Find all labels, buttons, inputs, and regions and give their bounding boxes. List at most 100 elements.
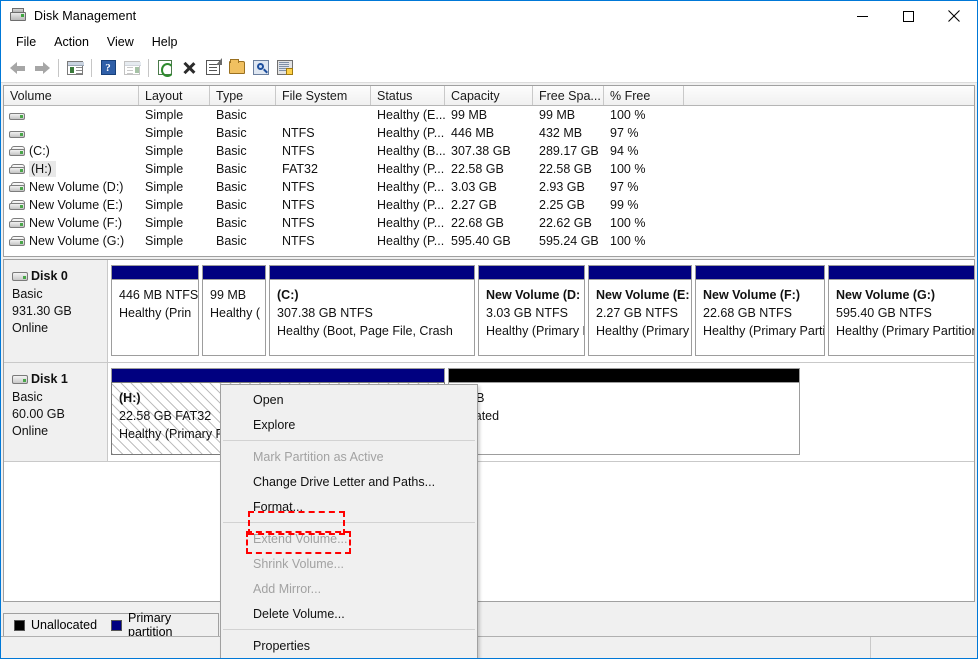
table-row[interactable]: New Volume (F:) Simple Basic NTFS Healthy (P… — [4, 214, 974, 232]
cell-type: Basic — [216, 180, 247, 194]
close-button[interactable] — [931, 1, 977, 31]
partition-color-bar — [478, 265, 585, 279]
cell-pct: 100 % — [610, 234, 646, 248]
up-one-level-icon[interactable] — [63, 56, 87, 80]
disk-name: Disk 0 — [31, 269, 68, 283]
cell-status: Healthy (B... — [377, 144, 445, 158]
cell-free: 432 MB — [539, 126, 583, 140]
column-header-free[interactable]: % Free — [604, 86, 684, 105]
back-arrow-icon[interactable] — [6, 56, 30, 80]
partition-color-bar — [695, 265, 825, 279]
partition-details: 2 GBllocated — [448, 382, 800, 455]
volume-label: New Volume (F:) — [29, 216, 123, 230]
cell-status: Healthy (P... — [377, 180, 445, 194]
disk-name: Disk 1 — [31, 372, 68, 386]
cell-layout: Simple — [145, 108, 184, 122]
column-header-volume[interactable]: Volume — [4, 86, 139, 105]
menu-item-properties[interactable]: Properties — [221, 633, 477, 658]
toolbar-separator — [91, 58, 92, 77]
title-bar: Disk Management — [1, 1, 977, 31]
partition-block[interactable]: New Volume (E: 2.27 GB NTFS Healthy (Prima… — [588, 265, 692, 356]
partition-block[interactable]: 446 MB NTFS Healthy (Prin — [111, 265, 199, 356]
disk-type: Basic — [12, 390, 43, 404]
partition-size: 2 GB — [456, 389, 794, 407]
menu-item-extend-volume: Extend Volume... — [253, 531, 348, 546]
cell-free: 22.62 GB — [539, 216, 592, 230]
partition-color-bar — [588, 265, 692, 279]
disk-info-panel[interactable]: Disk 0 Basic 931.30 GB Online — [4, 260, 108, 362]
wizard-icon[interactable] — [273, 56, 297, 80]
menu-action[interactable]: Action — [45, 33, 98, 51]
menu-item-shrink-volume: Shrink Volume... — [253, 556, 345, 571]
partition-block[interactable]: 99 MB Healthy ( — [202, 265, 266, 356]
partition-block[interactable]: New Volume (D: 3.03 GB NTFS Healthy (Prima… — [478, 265, 585, 356]
column-header-blank[interactable] — [684, 86, 974, 105]
partition-size: 307.38 GB NTFS — [277, 306, 373, 320]
menu-item-open[interactable]: Open — [221, 387, 477, 412]
partition-size: 2.27 GB NTFS — [596, 306, 678, 320]
menu-bar: File Action View Help — [1, 31, 977, 53]
table-row[interactable]: New Volume (G:) Simple Basic NTFS Healthy (P… — [4, 232, 974, 250]
menu-help[interactable]: Help — [143, 33, 187, 51]
column-header-free-spa[interactable]: Free Spa... — [533, 86, 604, 105]
partition-block[interactable]: 2 GBllocated — [448, 368, 800, 455]
cell-free: 289.17 GB — [539, 144, 599, 158]
help-icon[interactable]: ? — [96, 56, 120, 80]
table-row[interactable]: (H:) Simple Basic FAT32 Healthy (P... 22.58 G… — [4, 160, 974, 178]
column-header-status[interactable]: Status — [371, 86, 445, 105]
disk-management-window: Disk Management File Action View Help ? — [0, 0, 978, 659]
cell-layout: Simple — [145, 234, 184, 248]
properties-icon[interactable] — [201, 56, 225, 80]
column-header-capacity[interactable]: Capacity — [445, 86, 533, 105]
disk-title: Disk 0 — [12, 268, 107, 285]
menu-item-format[interactable]: Format... — [221, 494, 477, 519]
column-header-layout[interactable]: Layout — [139, 86, 210, 105]
partition-block[interactable]: New Volume (G:) 595.40 GB NTFS Healthy (Pr… — [828, 265, 974, 356]
partition-details: New Volume (E: 2.27 GB NTFS Healthy (Prima… — [588, 279, 692, 356]
legend-swatch — [111, 619, 123, 631]
forward-arrow-icon[interactable] — [30, 56, 54, 80]
table-row[interactable]: New Volume (E:) Simple Basic NTFS Healthy (P… — [4, 196, 974, 214]
menu-item-explore[interactable]: Explore — [221, 412, 477, 437]
delete-icon[interactable] — [177, 56, 201, 80]
maximize-button[interactable] — [885, 1, 931, 31]
menu-item-change-drive-letter-and-paths[interactable]: Change Drive Letter and Paths... — [221, 469, 477, 494]
minimize-button[interactable] — [839, 1, 885, 31]
cell-fs: NTFS — [282, 180, 315, 194]
cell-status: Healthy (E... — [377, 108, 445, 122]
column-header-file-system[interactable]: File System — [276, 86, 371, 105]
menu-file[interactable]: File — [7, 33, 45, 51]
table-row[interactable]: (C:) Simple Basic NTFS Healthy (B... 307.38 G… — [4, 142, 974, 160]
cell-pct: 100 % — [610, 216, 646, 230]
disk-row-disk-1: Disk 1 Basic 60.00 GB Online (H:) 22.58 GB FA… — [4, 363, 974, 462]
cell-capacity: 595.40 GB — [451, 234, 511, 248]
cell-pct: 97 % — [610, 180, 639, 194]
cell-layout: Simple — [145, 198, 184, 212]
cell-pct: 97 % — [610, 126, 639, 140]
partition-color-bar — [448, 368, 800, 382]
open-folder-icon[interactable] — [225, 56, 249, 80]
table-row[interactable]: New Volume (D:) Simple Basic NTFS Healthy (P… — [4, 178, 974, 196]
disk-info-panel[interactable]: Disk 1 Basic 60.00 GB Online — [4, 363, 108, 461]
volume-label: (H:) — [29, 161, 56, 177]
cell-volume — [4, 128, 139, 139]
search-icon[interactable] — [249, 56, 273, 80]
partition-block[interactable]: (C:) 307.38 GB NTFS Healthy (Boot, Page Fi… — [269, 265, 475, 356]
status-bar — [1, 636, 977, 658]
volume-list-rows: Simple Basic Healthy (E... 99 MB 99 MB 100 % S… — [4, 106, 974, 250]
menu-item-delete-volume[interactable]: Delete Volume... — [221, 601, 477, 626]
cell-capacity: 2.27 GB — [451, 198, 497, 212]
column-header-type[interactable]: Type — [210, 86, 276, 105]
menu-separator — [223, 522, 475, 523]
refresh-icon[interactable] — [153, 56, 177, 80]
table-row[interactable]: Simple Basic Healthy (E... 99 MB 99 MB 100 % — [4, 106, 974, 124]
drive-icon — [9, 235, 25, 247]
menu-view[interactable]: View — [98, 33, 143, 51]
show-hide-console-tree-icon[interactable] — [120, 56, 144, 80]
cell-type: Basic — [216, 216, 247, 230]
legend-label: Unallocated — [31, 618, 98, 632]
partition-block[interactable]: New Volume (F:) 22.68 GB NTFS Healthy (Pri… — [695, 265, 825, 356]
cell-layout: Simple — [145, 180, 184, 194]
disk-type: Basic — [12, 287, 43, 301]
table-row[interactable]: Simple Basic NTFS Healthy (P... 446 MB 432 MB… — [4, 124, 974, 142]
